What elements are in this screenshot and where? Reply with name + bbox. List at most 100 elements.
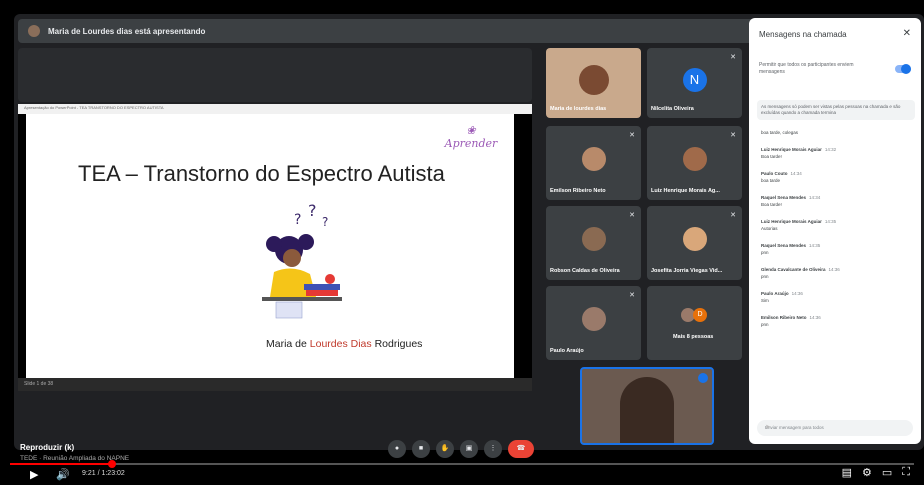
- message-text: pnn: [761, 322, 769, 327]
- participant-video: [581, 307, 606, 332]
- participant-tile[interactable]: ✕ Emilson Ribeiro Neto: [546, 126, 641, 200]
- mic-off-icon: ✕: [629, 132, 635, 139]
- self-view-video[interactable]: [580, 367, 714, 445]
- presenter-text: Maria de Lourdes dias está apresentando: [48, 26, 206, 36]
- present-icon[interactable]: ▣: [460, 440, 478, 458]
- fullscreen-icon[interactable]: ⛶: [902, 466, 910, 479]
- more-people-label: Mais 8 pessoas: [673, 334, 714, 340]
- mic-off-icon: ✕: [730, 212, 736, 219]
- slide-logo: ❀ Aprender: [436, 124, 506, 168]
- lotus-icon: ❀: [466, 124, 476, 137]
- participant-video: [682, 227, 707, 252]
- participant-tile[interactable]: ✕ Paulo Araújo: [546, 286, 641, 360]
- author-highlight: Lourdes Dias: [309, 338, 372, 350]
- svg-text:?: ?: [294, 212, 301, 228]
- mic-off-icon: ✕: [730, 132, 736, 139]
- message-text: boa tarde, colegas: [761, 130, 799, 135]
- miniplayer-icon[interactable]: ▭: [882, 466, 892, 479]
- volume-icon[interactable]: 🔊: [56, 468, 70, 481]
- chat-messages: boa tarde, colegas Luiz Henrique Morais …: [761, 128, 911, 339]
- chat-message: Glenda Cavalcante de Oliveira 14:36 pnn: [761, 267, 911, 279]
- progress-knob[interactable]: [108, 460, 117, 468]
- powerpoint-title-bar: Apresentação do PowerPoint - TEA TRANSTO…: [18, 104, 532, 114]
- player-tooltip: Reproduzir (k): [20, 443, 75, 452]
- message-text: Sim: [761, 298, 769, 303]
- message-author: Luiz Henrique Morais Aguiar 14:32: [761, 147, 837, 152]
- message-text: Autorias: [761, 226, 778, 231]
- chat-info-notice: As mensagens só podem ser vistas pelas p…: [757, 100, 915, 120]
- player-right-controls: ▤ ⚙ ▭ ⛶: [842, 466, 910, 479]
- participant-video: [682, 147, 707, 172]
- message-author: Paulo Couto 14:34: [761, 171, 802, 176]
- participant-name: Josefita Jorria Viegas Vid...: [651, 268, 723, 274]
- svg-text:?: ?: [322, 215, 328, 229]
- chat-message: Paulo Araújo 14:36 Sim: [761, 291, 911, 303]
- chat-header: Mensagens na chamada: [759, 30, 847, 39]
- chat-message: Raquel Sena Mendes 14:35 pnn: [761, 243, 911, 255]
- participant-tile[interactable]: ✕ Robson Caldas de Oliveira: [546, 206, 641, 280]
- message-author: Emilson Ribeiro Neto 14:36: [761, 315, 821, 320]
- participant-video: [581, 227, 606, 252]
- message-author: Raquel Sena Mendes 14:34: [761, 195, 821, 200]
- meet-window: Maria de Lourdes dias está apresentando …: [14, 14, 924, 450]
- end-call-icon[interactable]: ☎: [508, 440, 534, 458]
- camera-icon[interactable]: ■: [412, 440, 430, 458]
- mic-off-icon: ✕: [730, 54, 736, 61]
- message-text: pnn: [761, 250, 769, 255]
- svg-text:?: ?: [308, 202, 317, 220]
- chat-message: boa tarde, colegas: [761, 130, 911, 135]
- presentation-top-area: [18, 48, 532, 102]
- presenter-avatar: [28, 25, 40, 37]
- participant-tile[interactable]: ✕ Luiz Henrique Morais Ag...: [647, 126, 742, 200]
- more-options-icon[interactable]: ⋮: [484, 440, 502, 458]
- send-icon[interactable]: ➤: [765, 423, 905, 431]
- video-frame: Maria de Lourdes dias está apresentando …: [0, 0, 924, 485]
- more-participants-tile[interactable]: D Mais 8 pessoas: [647, 286, 742, 360]
- raise-hand-icon[interactable]: ✋: [436, 440, 454, 458]
- girl-reading-illustration: ? ? ?: [262, 202, 342, 319]
- powerpoint-window-title: Apresentação do PowerPoint - TEA TRANSTO…: [24, 105, 164, 110]
- author-first: Maria de: [266, 338, 310, 350]
- allow-messages-toggle[interactable]: [895, 64, 911, 74]
- slide: ❀ Aprender TEA – Transtorno do Espectro …: [26, 114, 514, 378]
- message-author: Glenda Cavalcante de Oliveira 14:36: [761, 267, 840, 272]
- mic-icon[interactable]: ●: [388, 440, 406, 458]
- participant-name: Maria de lourdes dias: [550, 106, 607, 112]
- message-author: Luiz Henrique Morais Aguiar 14:35: [761, 219, 837, 224]
- chat-message: Luiz Henrique Morais Aguiar 14:35 Autoria…: [761, 219, 911, 231]
- self-view-person: [620, 377, 674, 443]
- participant-name: Robson Caldas de Oliveira: [550, 268, 620, 274]
- participant-tile[interactable]: ✕ Josefita Jorria Viegas Vid...: [647, 206, 742, 280]
- chat-input[interactable]: Enviar mensagem para todos ➤: [757, 420, 913, 436]
- participant-tile[interactable]: ✕ N Nilcelita Oliveira: [647, 48, 742, 118]
- subtitles-icon[interactable]: ▤: [842, 466, 852, 479]
- participant-tile[interactable]: Maria de lourdes dias: [546, 48, 641, 118]
- logo-text: Aprender: [444, 137, 498, 150]
- chat-message: Paulo Couto 14:34 boa tarde: [761, 171, 911, 183]
- mic-off-icon: ✕: [629, 212, 635, 219]
- message-text: Boa tarde!: [761, 154, 782, 159]
- chat-message: Luiz Henrique Morais Aguiar 14:32 Boa tar…: [761, 147, 911, 159]
- participant-video: [581, 147, 606, 172]
- slide-title: TEA – Transtorno do Espectro Autista: [78, 161, 445, 186]
- participant-name: Paulo Araújo: [550, 348, 584, 354]
- participant-name: Nilcelita Oliveira: [651, 106, 694, 112]
- chat-panel: Mensagens na chamada ✕ Permitir que todo…: [749, 18, 921, 444]
- allow-messages-label: Permitir que todos os participantes envi…: [759, 62, 854, 75]
- participant-video: [578, 64, 609, 95]
- progress-bar[interactable]: [10, 460, 914, 468]
- mic-off-icon: ✕: [629, 292, 635, 299]
- message-author: Paulo Araújo 14:36: [761, 291, 803, 296]
- speaking-indicator-icon: [698, 373, 708, 383]
- settings-icon[interactable]: ⚙: [862, 466, 872, 479]
- participant-name: Emilson Ribeiro Neto: [550, 188, 606, 194]
- slide-counter: Slide 1 de 38: [24, 381, 54, 387]
- chat-message: Emilson Ribeiro Neto 14:36 pnn: [761, 315, 911, 327]
- shared-screen: Apresentação do PowerPoint - TEA TRANSTO…: [18, 104, 532, 391]
- presenter-bar: Maria de Lourdes dias está apresentando: [18, 19, 754, 43]
- play-icon[interactable]: ▶: [30, 468, 38, 481]
- powerpoint-status-bar: Slide 1 de 38: [18, 378, 532, 391]
- close-icon[interactable]: ✕: [903, 28, 911, 39]
- message-author: Raquel Sena Mendes 14:35: [761, 243, 821, 248]
- message-text: boa tarde: [761, 178, 781, 183]
